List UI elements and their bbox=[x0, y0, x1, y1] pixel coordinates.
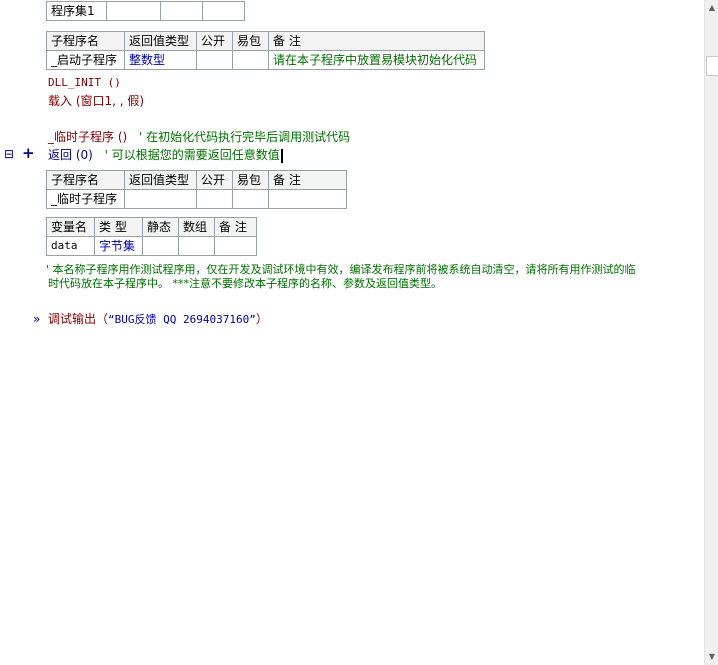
header-var-type: 类 型 bbox=[94, 217, 143, 237]
table-row[interactable]: data 字节集 bbox=[46, 236, 257, 256]
assembly-table: 程序集1 bbox=[46, 1, 245, 21]
header-easy-pkg: 易包 bbox=[232, 31, 269, 51]
code-line-load-window[interactable]: 载入 (窗口1, , 假) bbox=[48, 93, 144, 109]
header-sub-name: 子程序名 bbox=[46, 170, 125, 190]
temp-sub-table: 子程序名 返回值类型 公开 易包 备 注 _临时子程序 bbox=[46, 170, 347, 209]
table-header-row: 子程序名 返回值类型 公开 易包 备 注 bbox=[46, 31, 485, 51]
var-type-cell[interactable]: 字节集 bbox=[94, 236, 143, 256]
scroll-up-icon[interactable]: ▲ bbox=[706, 1, 718, 15]
call-comment: ' 在初始化代码执行完毕后调用测试代码 bbox=[139, 130, 351, 144]
return-type-cell[interactable]: 整数型 bbox=[124, 50, 197, 70]
header-var-name: 变量名 bbox=[46, 217, 95, 237]
static-cell[interactable] bbox=[142, 236, 179, 256]
scrollbar-thumb[interactable] bbox=[706, 56, 718, 76]
code-line-return[interactable]: 返回 (0) ' 可以根据您的需要返回任意数值 bbox=[48, 147, 283, 163]
startup-sub-table: 子程序名 返回值类型 公开 易包 备 注 _启动子程序 整数型 请在本子程序中放… bbox=[46, 31, 485, 70]
header-return-type: 返回值类型 bbox=[124, 170, 197, 190]
assembly-cell[interactable] bbox=[202, 1, 245, 21]
code-line-debug-output[interactable]: 调试输出（“BUG反馈 QQ 2694037160”） bbox=[48, 311, 268, 328]
scroll-down-icon[interactable]: ▼ bbox=[706, 650, 718, 664]
vertical-scrollbar[interactable]: ▲ ▼ bbox=[704, 0, 718, 665]
remark-cell[interactable] bbox=[214, 236, 257, 256]
text-caret bbox=[280, 148, 283, 163]
assembly-cell[interactable] bbox=[106, 1, 161, 21]
assembly-name-cell[interactable]: 程序集1 bbox=[46, 1, 107, 21]
public-cell[interactable] bbox=[196, 189, 233, 209]
header-remark: 备 注 bbox=[268, 31, 485, 51]
sub-name-cell[interactable]: _启动子程序 bbox=[46, 50, 125, 70]
header-remark: 备 注 bbox=[214, 217, 257, 237]
public-cell[interactable] bbox=[196, 50, 233, 70]
code-line-call-temp[interactable]: _临时子程序 () ' 在初始化代码执行完毕后调用测试代码 bbox=[48, 129, 350, 145]
header-return-type: 返回值类型 bbox=[124, 31, 197, 51]
remark-cell[interactable] bbox=[268, 189, 347, 209]
header-array: 数组 bbox=[178, 217, 215, 237]
variable-table: 变量名 类 型 静态 数组 备 注 data 字节集 bbox=[46, 217, 257, 256]
code-editor[interactable]: 程序集1 子程序名 返回值类型 公开 易包 备 注 _启动子程序 整数型 请在本… bbox=[0, 0, 704, 665]
header-easy-pkg: 易包 bbox=[232, 170, 269, 190]
return-type-cell[interactable] bbox=[124, 189, 197, 209]
code-line-dll-init[interactable]: DLL_INIT () bbox=[48, 75, 121, 91]
debug-output-arg: “BUG反馈 QQ 2694037160” bbox=[108, 313, 256, 326]
header-static: 静态 bbox=[142, 217, 179, 237]
sub-name-cell[interactable]: _临时子程序 bbox=[46, 189, 125, 209]
collapse-marker-icon[interactable]: ⊟ bbox=[4, 146, 14, 162]
temp-sub-comment-line2[interactable]: 时代码放在本子程序中。 ***注意不要修改本子程序的名称、参数及返回值类型。 bbox=[48, 276, 442, 292]
header-sub-name: 子程序名 bbox=[46, 31, 125, 51]
easy-pkg-cell[interactable] bbox=[232, 189, 269, 209]
header-public: 公开 bbox=[196, 31, 233, 51]
return-comment: ' 可以根据您的需要返回任意数值 bbox=[104, 148, 280, 162]
arrow-marker-icon: » bbox=[33, 312, 41, 326]
assembly-cell[interactable] bbox=[160, 1, 203, 21]
return-keyword: 返回 (0) bbox=[48, 148, 93, 162]
paren-close: ） bbox=[255, 312, 268, 326]
easy-pkg-cell[interactable] bbox=[232, 50, 269, 70]
call-temp-sub: _临时子程序 () bbox=[48, 130, 128, 144]
plus-icon[interactable]: + bbox=[22, 145, 35, 161]
remark-cell[interactable]: 请在本子程序中放置易模块初始化代码 bbox=[268, 50, 485, 70]
header-remark: 备 注 bbox=[268, 170, 347, 190]
table-row[interactable]: _临时子程序 bbox=[46, 189, 347, 209]
table-header-row: 子程序名 返回值类型 公开 易包 备 注 bbox=[46, 170, 347, 190]
table-header-row: 变量名 类 型 静态 数组 备 注 bbox=[46, 217, 257, 237]
paren-open: （ bbox=[96, 312, 109, 326]
header-public: 公开 bbox=[196, 170, 233, 190]
array-cell[interactable] bbox=[178, 236, 215, 256]
debug-output-func: 调试输出 bbox=[48, 312, 97, 326]
var-name-cell[interactable]: data bbox=[46, 236, 95, 256]
table-row[interactable]: _启动子程序 整数型 请在本子程序中放置易模块初始化代码 bbox=[46, 50, 485, 70]
